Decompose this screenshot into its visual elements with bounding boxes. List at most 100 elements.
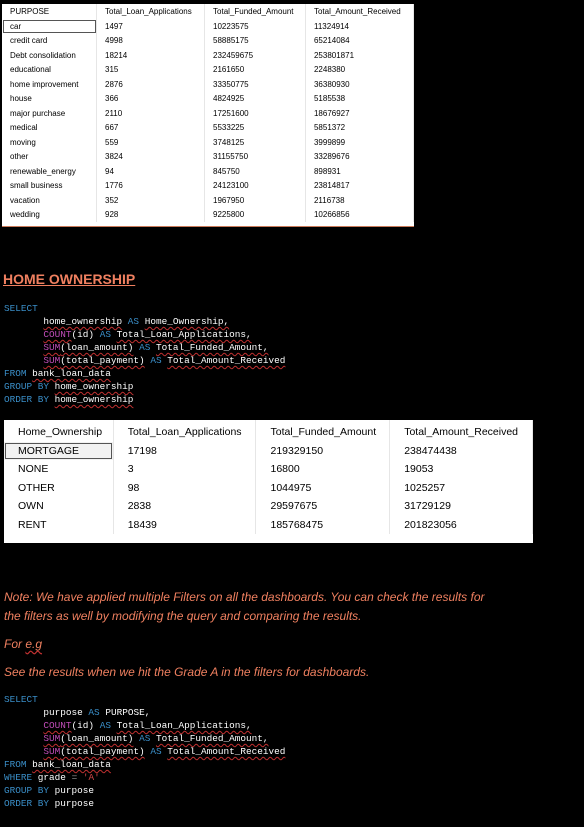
purpose-table-cell[interactable]: 4824925	[204, 91, 306, 106]
purpose-table-cell[interactable]: 36380930	[305, 77, 415, 92]
home-table-cell[interactable]: 98	[113, 478, 257, 497]
purpose-table-cell[interactable]: 928	[96, 207, 206, 222]
home-table-cell[interactable]: 19053	[389, 460, 533, 479]
home-table-cell[interactable]: 201823056	[389, 515, 533, 534]
purpose-table-cell[interactable]: 94	[96, 164, 206, 179]
purpose-table-cell[interactable]: small business	[2, 178, 97, 193]
purpose-table-row[interactable]: educational 315 2161650 2248380	[2, 62, 415, 77]
home-table-cell[interactable]: 29597675	[255, 497, 391, 516]
purpose-table-cell[interactable]: 3824	[96, 149, 206, 164]
home-column-header[interactable]: Total_Amount_Received	[389, 420, 533, 442]
purpose-table-cell[interactable]: 1967950	[204, 193, 306, 208]
home-table-cell[interactable]: 185768475	[255, 515, 391, 534]
purpose-table-cell[interactable]: 24123100	[204, 178, 306, 193]
home-column-header[interactable]: Total_Loan_Applications	[113, 420, 257, 442]
purpose-table-cell[interactable]: 1776	[96, 178, 206, 193]
home-table-cell[interactable]: 1044975	[255, 478, 391, 497]
home-table-cell[interactable]: 219329150	[255, 441, 391, 460]
purpose-table-row[interactable]: other 3824 31155750 33289676	[2, 149, 415, 164]
purpose-table-cell[interactable]: 5533225	[204, 120, 306, 135]
purpose-table-cell[interactable]: medical	[2, 120, 97, 135]
home-ownership-query[interactable]: SELECT home_ownership AS Home_Ownership,…	[4, 302, 285, 406]
purpose-table-cell[interactable]: 4998	[96, 33, 206, 48]
purpose-table-row[interactable]: wedding 928 9225800 10266856	[2, 207, 415, 222]
purpose-table-cell[interactable]: 2876	[96, 77, 206, 92]
purpose-table-cell[interactable]: 559	[96, 135, 206, 150]
purpose-table-cell[interactable]: 253801871	[305, 48, 415, 63]
home-column-header[interactable]: Home_Ownership	[4, 420, 114, 442]
purpose-table-cell[interactable]: vacation	[2, 193, 97, 208]
purpose-table-row[interactable]: small business 1776 24123100 23814817	[2, 178, 415, 193]
home-table-row[interactable]: OTHER 98 1044975 1025257	[4, 478, 533, 497]
purpose-table-cell[interactable]: other	[2, 149, 97, 164]
purpose-table-row[interactable]: major purchase 2110 17251600 18676927	[2, 106, 415, 121]
home-table-row[interactable]: NONE 3 16800 19053	[4, 460, 533, 479]
purpose-table-cell[interactable]: 667	[96, 120, 206, 135]
home-table-cell[interactable]: NONE	[4, 460, 114, 479]
purpose-table-cell[interactable]: home improvement	[2, 77, 97, 92]
purpose-table-cell[interactable]: renewable_energy	[2, 164, 97, 179]
purpose-table-cell[interactable]: 3748125	[204, 135, 306, 150]
purpose-table-row[interactable]: renewable_energy 94 845750 898931	[2, 164, 415, 179]
purpose-table-cell[interactable]: 65214084	[305, 33, 415, 48]
purpose-table-row[interactable]: credit card 4998 58885175 65214084	[2, 33, 415, 48]
purpose-column-header[interactable]: Total_Loan_Applications	[96, 4, 206, 19]
purpose-table-cell[interactable]: 352	[96, 193, 206, 208]
home-table-cell[interactable]: 1025257	[389, 478, 533, 497]
purpose-table-cell[interactable]: 845750	[204, 164, 306, 179]
purpose-table-cell[interactable]: house	[2, 91, 97, 106]
home-table-cell[interactable]: 3	[113, 460, 257, 479]
home-table-cell[interactable]: 31729129	[389, 497, 533, 516]
purpose-table-cell[interactable]: 5851372	[305, 120, 415, 135]
home-table-cell[interactable]: 238474438	[389, 441, 533, 460]
purpose-table-row[interactable]: medical 667 5533225 5851372	[2, 120, 415, 135]
purpose-table-cell[interactable]: 23814817	[305, 178, 415, 193]
purpose-table-cell[interactable]: 18676927	[305, 106, 415, 121]
home-table-cell[interactable]: MORTGAGE	[4, 441, 114, 460]
purpose-table-cell[interactable]: 315	[96, 62, 206, 77]
purpose-table-cell[interactable]: 1497	[96, 19, 206, 34]
purpose-column-header[interactable]: Total_Funded_Amount	[204, 4, 306, 19]
purpose-column-header[interactable]: PURPOSE	[2, 4, 97, 19]
purpose-table-row[interactable]: vacation 352 1967950 2116738	[2, 193, 415, 208]
purpose-table-cell[interactable]: 58885175	[204, 33, 306, 48]
purpose-table-cell[interactable]: 2110	[96, 106, 206, 121]
purpose-table-cell[interactable]: 366	[96, 91, 206, 106]
purpose-table-row[interactable]: Debt consolidation 18214 232459675 25380187…	[2, 48, 415, 63]
purpose-table-cell[interactable]: 33350775	[204, 77, 306, 92]
home-table-cell[interactable]: OWN	[4, 497, 114, 516]
purpose-table-cell[interactable]: 232459675	[204, 48, 306, 63]
purpose-table-cell[interactable]: 898931	[305, 164, 415, 179]
purpose-table-cell[interactable]: 17251600	[204, 106, 306, 121]
purpose-table-cell[interactable]: wedding	[2, 207, 97, 222]
purpose-table-cell[interactable]: 2161650	[204, 62, 306, 77]
home-table-cell[interactable]: 16800	[255, 460, 391, 479]
purpose-table-cell[interactable]: 3999899	[305, 135, 415, 150]
purpose-table-row[interactable]: house 366 4824925 5185538	[2, 91, 415, 106]
purpose-table-cell[interactable]: 10266856	[305, 207, 415, 222]
grade-filter-query[interactable]: SELECT purpose AS PURPOSE, COUNT(id) AS …	[4, 693, 285, 810]
purpose-table-cell[interactable]: 2248380	[305, 62, 415, 77]
purpose-table-cell[interactable]: moving	[2, 135, 97, 150]
home-table-row[interactable]: MORTGAGE 17198 219329150 238474438	[4, 441, 533, 460]
purpose-table-cell[interactable]: 11324914	[305, 19, 415, 34]
purpose-table-cell[interactable]: 2116738	[305, 193, 415, 208]
purpose-table-cell[interactable]: major purchase	[2, 106, 97, 121]
purpose-table-cell[interactable]: 5185538	[305, 91, 415, 106]
home-table-cell[interactable]: OTHER	[4, 478, 114, 497]
purpose-table-cell[interactable]: 33289676	[305, 149, 415, 164]
home-table-cell[interactable]: 17198	[113, 441, 257, 460]
home-table-cell[interactable]: 18439	[113, 515, 257, 534]
home-table-cell[interactable]: RENT	[4, 515, 114, 534]
purpose-table-cell[interactable]: Debt consolidation	[2, 48, 97, 63]
purpose-table-cell[interactable]: 18214	[96, 48, 206, 63]
home-table-cell[interactable]: 2838	[113, 497, 257, 516]
purpose-table-cell[interactable]: 9225800	[204, 207, 306, 222]
purpose-table-row[interactable]: car 1497 10223575 11324914	[2, 19, 415, 34]
purpose-table-cell[interactable]: educational	[2, 62, 97, 77]
purpose-column-header[interactable]: Total_Amount_Received	[305, 4, 415, 19]
purpose-table-row[interactable]: home improvement 2876 33350775 36380930	[2, 77, 415, 92]
purpose-table-cell[interactable]: credit card	[2, 33, 97, 48]
home-table-row[interactable]: RENT 18439 185768475 201823056	[4, 515, 533, 534]
home-table-row[interactable]: OWN 2838 29597675 31729129	[4, 497, 533, 516]
